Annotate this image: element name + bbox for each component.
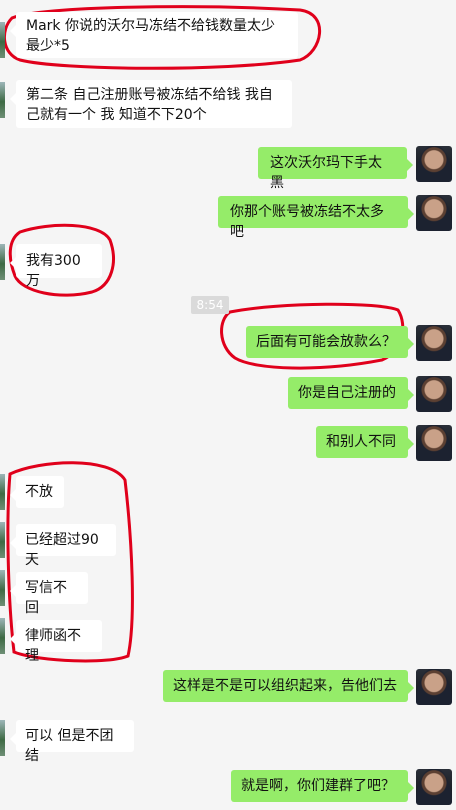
contact-avatar[interactable] xyxy=(0,720,5,756)
message-incoming: 第二条 自己注册账号被冻结不给钱 我自己就有一个 我 知道不下20个 xyxy=(10,80,292,128)
message-incoming: 不放 xyxy=(10,476,64,508)
message-outgoing: 和别人不同 xyxy=(316,426,414,458)
message-incoming: 可以 但是不团结 xyxy=(10,720,134,764)
message-outgoing: 你是自己注册的 xyxy=(288,377,414,409)
message-incoming: 我有300万 xyxy=(10,244,102,289)
my-avatar[interactable] xyxy=(416,769,452,805)
my-avatar[interactable] xyxy=(416,195,452,231)
message-outgoing: 这次沃尔玛下手太黑 xyxy=(258,147,413,191)
message-outgoing: 这样是不是可以组织起来，告他们去 xyxy=(163,670,414,702)
message-timestamp: 8:54 xyxy=(191,296,229,314)
my-avatar[interactable] xyxy=(416,325,452,361)
contact-avatar[interactable] xyxy=(0,244,5,280)
my-avatar[interactable] xyxy=(416,376,452,412)
message-incoming: 律师函不理 xyxy=(10,620,102,664)
my-avatar[interactable] xyxy=(416,146,452,182)
contact-avatar[interactable] xyxy=(0,22,5,58)
message-incoming: Mark 你说的沃尔马冻结不给钱数量太少 最少*5 xyxy=(10,12,298,58)
contact-avatar[interactable] xyxy=(0,522,5,558)
message-outgoing: 就是啊，你们建群了吧？ xyxy=(231,770,414,802)
contact-avatar[interactable] xyxy=(0,570,5,606)
contact-avatar[interactable] xyxy=(0,82,5,118)
contact-avatar[interactable] xyxy=(0,618,5,654)
chat-window: Mark 你说的沃尔马冻结不给钱数量太少 最少*5 第二条 自己注册账号被冻结不… xyxy=(0,0,456,810)
message-incoming: 已经超过90天 xyxy=(10,524,116,568)
message-outgoing: 你那个账号被冻结不太多吧 xyxy=(218,196,414,240)
my-avatar[interactable] xyxy=(416,425,452,461)
message-incoming: 写信不回 xyxy=(10,572,88,616)
contact-avatar[interactable] xyxy=(0,474,5,510)
message-outgoing: 后面有可能会放款么？ xyxy=(246,326,414,358)
my-avatar[interactable] xyxy=(416,669,452,705)
